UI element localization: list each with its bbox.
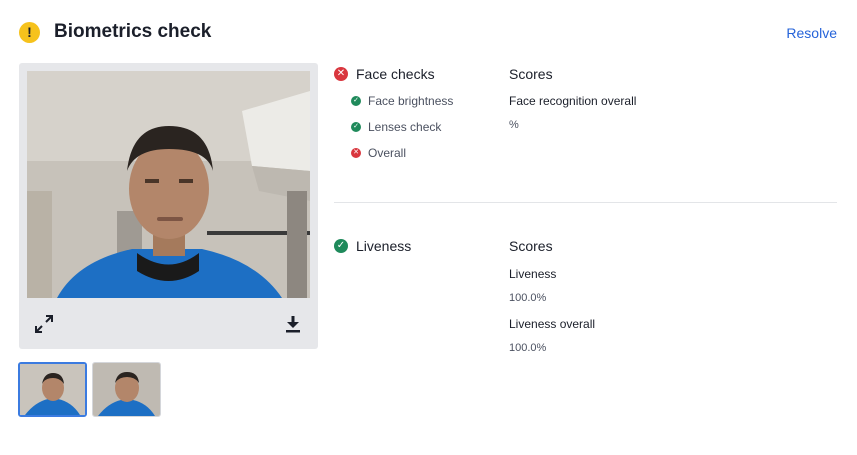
thumbnail-2[interactable] [92, 362, 161, 417]
face-checks-title: Face checks [356, 66, 435, 82]
scores-title: Scores [509, 66, 553, 82]
face-brightness-label: Face brightness [368, 94, 454, 108]
section-header: ! Biometrics check Resolve [19, 20, 837, 46]
thumbnail-1[interactable] [18, 362, 87, 417]
scores-title: Scores [509, 238, 553, 254]
fail-icon: ✕ [334, 67, 348, 81]
resolve-link[interactable]: Resolve [786, 25, 837, 41]
section-divider [334, 202, 837, 203]
fail-icon: ✕ [351, 148, 361, 158]
face-recognition-overall-label: Face recognition overall [509, 94, 637, 108]
liveness-overall-label: Liveness overall [509, 317, 596, 331]
page-title: Biometrics check [54, 21, 212, 42]
warning-icon: ! [19, 22, 40, 43]
download-icon[interactable] [282, 313, 304, 335]
liveness-score-value: 100.0% [509, 292, 547, 304]
liveness-score-label: Liveness [509, 267, 557, 281]
check-icon: ✓ [351, 96, 361, 106]
expand-icon[interactable] [33, 313, 55, 335]
liveness-title: Liveness [356, 238, 412, 254]
overall-label: Overall [368, 146, 407, 160]
face-checks-section: ✕ Face checks ✓ Face brightness ✓ Lenses… [334, 66, 837, 176]
face-recognition-overall-value: % [509, 119, 519, 131]
selfie-photo [27, 71, 310, 298]
media-viewer [19, 63, 318, 349]
check-icon: ✓ [351, 122, 361, 132]
check-icon: ✓ [334, 239, 348, 253]
lenses-check-label: Lenses check [368, 120, 442, 134]
liveness-section: ✓ Liveness Scores Liveness 100.0% Livene… [334, 238, 837, 358]
liveness-overall-value: 100.0% [509, 342, 547, 354]
